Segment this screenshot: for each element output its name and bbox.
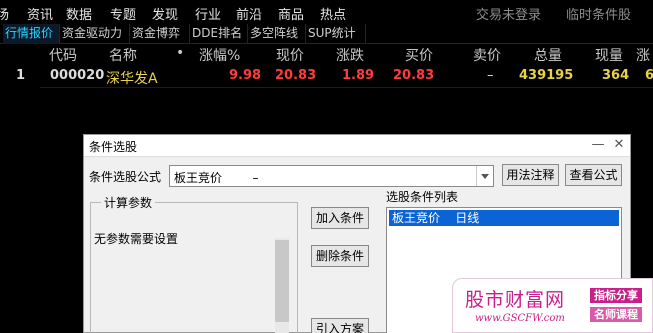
minimize-icon[interactable]: — [590,137,606,153]
add-condition-button[interactable]: 加入条件 [311,207,369,229]
change-value: 1.89 [342,68,375,83]
menu-item-industry[interactable]: 行业 [195,4,221,23]
delete-condition-button[interactable]: 删除条件 [311,245,369,267]
temp-condition-stocks[interactable]: 临时条件股 [566,4,631,23]
menu-item-hotspot[interactable]: 热点 [320,4,346,23]
current-vol-value: 364 [602,68,630,83]
col-header-name[interactable]: 名称 [109,45,137,65]
menu-item-data[interactable]: 数据 [66,4,92,23]
formula-select-value: 板王竞价 – [174,171,259,185]
col-header-change[interactable]: 涨跌 [336,45,364,65]
usage-notes-button[interactable]: 用法注释 [502,164,559,186]
stock-code: 000020 [50,68,105,83]
dialog-title: 条件选股 [89,140,138,154]
tab-quotes[interactable]: 行情报价 [3,24,60,44]
col-header-code[interactable]: 代码 [49,45,77,65]
stock-name: 深华发A [106,71,158,87]
close-icon[interactable]: ✕ [611,137,627,153]
watermark-badge-indicators: 指标分享 [590,288,642,303]
menu-item-news[interactable]: 资讯 [27,4,53,23]
view-formula-button[interactable]: 查看公式 [565,164,622,186]
tab-bar: 行情报价 资金驱动力 资金博弈 DDE排名 多空阵线 SUP统计 [0,24,653,44]
ask-value: – [487,68,494,83]
bid-value: 20.83 [393,68,435,83]
tab-dde-rank[interactable]: DDE排名 [190,24,248,44]
menu-item-discover[interactable]: 发现 [152,4,178,23]
params-scrollbar-thumb[interactable] [275,240,289,322]
menu-item-market[interactable]: 场 [0,4,9,23]
menu-bar: 场 资讯 数据 专题 发现 行业 前沿 商品 热点 交易未登录 临时条件股 [0,0,653,24]
col-header-price[interactable]: 现价 [276,45,304,65]
import-plan-button[interactable]: 引入方案 [311,318,369,333]
change-pct-value: 9.98 [229,68,262,83]
extra-value: 6 [645,68,653,83]
formula-select[interactable]: 板王竞价 – [169,165,494,187]
col-header-extra[interactable]: 涨 [636,45,650,65]
tab-bull-bear[interactable]: 多空阵线 [248,24,306,44]
menu-item-commodity[interactable]: 商品 [278,4,304,23]
formula-label: 条件选股公式 [89,170,162,184]
col-header-ask[interactable]: 卖价 [473,45,501,65]
tab-fund-drive[interactable]: 资金驱动力 [60,24,130,44]
params-group: 计算参数 无参数需要设置 [90,194,298,333]
menu-item-frontier[interactable]: 前沿 [236,4,262,23]
tab-fund-game[interactable]: 资金博弈 [130,24,190,44]
col-header-volume[interactable]: 总量 [534,45,562,65]
price-value: 20.83 [275,68,317,83]
list-item[interactable]: 板王竞价 日线 [389,210,619,226]
col-header-bid[interactable]: 买价 [405,45,433,65]
col-header-change-pct[interactable]: 涨幅% [199,45,240,65]
site-watermark: 股市财富网 www.GSCFW.com 指标分享 名师课程 [452,278,653,333]
menu-item-topics[interactable]: 专题 [110,4,136,23]
tab-sup-stats[interactable]: SUP统计 [306,24,366,44]
watermark-title: 股市财富网 [465,289,566,311]
col-header-dot[interactable]: • [176,45,184,61]
volume-value: 439195 [519,68,574,83]
watermark-url: www.GSCFW.com [475,313,565,324]
row-index: 1 [16,68,26,83]
table-divider [40,87,653,88]
watermark-badge-courses: 名师课程 [590,307,642,322]
col-header-current-vol[interactable]: 现量 [595,45,623,65]
params-text: 无参数需要设置 [94,232,179,246]
dialog-title-bar[interactable]: 条件选股 — ✕ [84,135,630,157]
trade-login-status[interactable]: 交易未登录 [476,4,541,23]
params-group-title: 计算参数 [101,194,156,211]
chevron-down-icon[interactable] [476,166,493,186]
condition-list-label: 选股条件列表 [386,190,459,204]
